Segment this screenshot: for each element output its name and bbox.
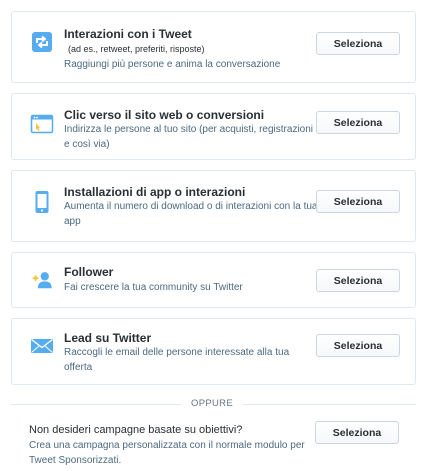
add-follower-icon — [30, 268, 54, 292]
objective-title: Installazioni di app o interazioni — [64, 185, 246, 199]
objective-card-website-clicks: Clic verso il sito web o conversioni Ind… — [11, 93, 416, 160]
objective-title: Follower — [64, 265, 114, 279]
objective-description: Fai crescere la tua community su Twitter — [64, 282, 243, 293]
custom-campaign-title: Non desideri campagne basate su obiettiv… — [29, 424, 243, 436]
divider-line-right — [243, 404, 416, 405]
select-button-custom-campaign[interactable]: Seleziona — [315, 421, 399, 444]
divider-line-left — [11, 404, 181, 405]
objective-description: Raggiungi più persone e anima la convers… — [64, 59, 281, 70]
objective-card-app-installs: Installazioni di app o interazioni Aumen… — [11, 170, 416, 242]
objective-card-leads: Lead su Twitter Raccogli le email delle … — [11, 318, 416, 385]
select-button-app-installs[interactable]: Seleziona — [316, 190, 400, 213]
select-button-leads[interactable]: Seleziona — [316, 334, 400, 357]
select-button-website-clicks[interactable]: Seleziona — [316, 111, 400, 134]
divider-label: OPPURE — [191, 398, 233, 409]
browser-window-icon — [30, 112, 54, 136]
objective-description: Indirizza le persone al tuo sito (per ac… — [64, 124, 314, 150]
objective-subtitle: (ad es., retweet, preferiti, risposte) — [68, 44, 205, 54]
select-button-tweet-engagements[interactable]: Seleziona — [316, 32, 400, 55]
objective-title: Clic verso il sito web o conversioni — [64, 108, 265, 122]
select-button-followers[interactable]: Seleziona — [316, 269, 400, 292]
mobile-phone-icon — [30, 190, 54, 214]
objective-title: Lead su Twitter — [64, 331, 152, 345]
objective-description: Aumenta il numero di download o di inter… — [64, 201, 318, 227]
envelope-icon — [30, 334, 54, 358]
objective-title: Interazioni con i Tweet — [64, 27, 192, 41]
custom-campaign-description: Crea una campagna personalizzata con il … — [29, 440, 305, 466]
retweet-icon — [30, 30, 54, 54]
objective-description: Raccogli le email delle persone interess… — [64, 347, 290, 373]
objective-card-tweet-engagements: Interazioni con i Tweet (ad es., retweet… — [11, 11, 416, 83]
objective-card-followers: Follower Fai crescere la tua community s… — [11, 252, 416, 308]
